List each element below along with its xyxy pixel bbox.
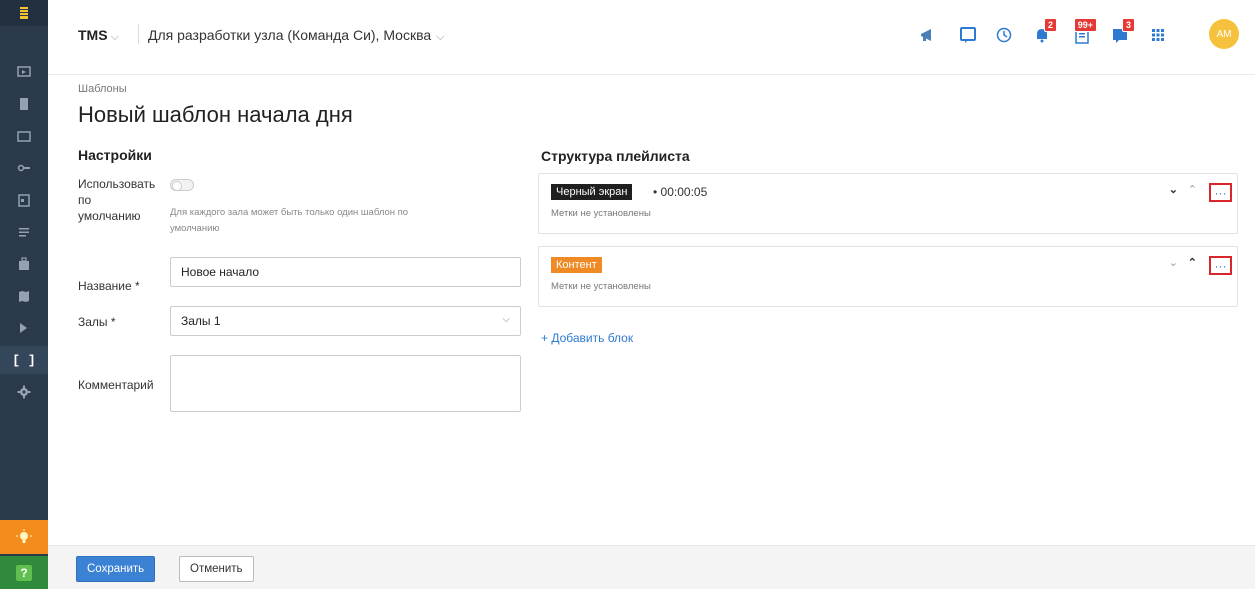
chevron-right-icon bbox=[20, 323, 27, 333]
block-duration: • 00:00:05 bbox=[653, 185, 708, 199]
sidebar-item-map[interactable] bbox=[0, 282, 48, 310]
notification-count-badge: 2 bbox=[1043, 18, 1057, 32]
name-label-text: Название bbox=[78, 279, 132, 293]
move-down-icon[interactable]: ⌄ bbox=[1169, 183, 1178, 196]
map-icon bbox=[19, 291, 29, 302]
bag-icon bbox=[19, 257, 29, 270]
messages-count-badge: 3 bbox=[1121, 18, 1135, 32]
more-icon[interactable]: ··· bbox=[1209, 256, 1232, 275]
sidebar-item-folders[interactable] bbox=[0, 122, 48, 150]
sidebar-item-bag[interactable] bbox=[0, 250, 48, 278]
sidebar-logo[interactable] bbox=[0, 0, 48, 26]
film-strip-icon bbox=[20, 98, 28, 110]
megaphone-button[interactable] bbox=[918, 25, 938, 45]
context-switcher[interactable]: Для разработки узла (Команда Си), Москва… bbox=[148, 27, 444, 44]
notifications-button[interactable]: 2 bbox=[1032, 18, 1057, 45]
block-labels: Метки не установлены bbox=[551, 281, 651, 292]
divider bbox=[138, 24, 139, 44]
app-name: TMS bbox=[78, 27, 108, 43]
sidebar-item-keys[interactable] bbox=[0, 154, 48, 182]
page-title: Новый шаблон начала дня bbox=[78, 102, 353, 127]
sidebar-tips[interactable] bbox=[0, 520, 48, 554]
name-value: Новое начало bbox=[181, 265, 260, 279]
lightbulb-icon bbox=[16, 529, 32, 543]
required-mark: * bbox=[110, 315, 116, 329]
add-block-link[interactable]: + Добавить блок bbox=[541, 331, 633, 345]
tasks-button[interactable]: 99+ bbox=[1072, 18, 1097, 45]
breadcrumb[interactable]: Шаблоны bbox=[78, 83, 127, 95]
playlist-block[interactable]: Черный экран • 00:00:05 Метки не установ… bbox=[538, 173, 1238, 234]
key-icon bbox=[17, 164, 30, 172]
default-label-line: Использовать bbox=[78, 177, 156, 191]
halls-label: Залы * bbox=[78, 314, 116, 330]
user-avatar[interactable]: AM bbox=[1209, 19, 1239, 49]
chevron-down-icon: ⌵ bbox=[502, 314, 510, 325]
footer: Сохранить Отменить bbox=[48, 545, 1255, 589]
list-icon bbox=[19, 228, 29, 237]
required-mark: * bbox=[134, 279, 140, 293]
name-label: Название * bbox=[78, 278, 140, 294]
default-hint: Для каждого зала может быть только один … bbox=[170, 205, 500, 237]
sidebar-item-forward[interactable] bbox=[0, 314, 48, 342]
chat-icon bbox=[960, 27, 976, 43]
avatar-initials: AM bbox=[1216, 28, 1232, 40]
structure-heading: Структура плейлиста bbox=[541, 148, 690, 164]
sidebar-item-films[interactable] bbox=[0, 90, 48, 118]
context-label: Для разработки узла (Команда Си), Москва bbox=[148, 27, 432, 43]
move-down-icon[interactable]: ⌄ bbox=[1169, 256, 1178, 269]
history-icon bbox=[996, 27, 1012, 43]
sidebar: [ ] ? bbox=[0, 0, 48, 589]
top-bar: TMS ⌵ Для разработки узла (Команда Си), М… bbox=[48, 0, 1255, 75]
sidebar-item-settings[interactable] bbox=[0, 378, 48, 406]
default-label-line: умолчанию bbox=[78, 209, 141, 223]
sidebar-help[interactable]: ? bbox=[0, 556, 48, 589]
help-icon: ? bbox=[16, 564, 32, 581]
playlist-block[interactable]: Контент Метки не установлены ⌄ ⌃ ··· bbox=[538, 246, 1238, 307]
halls-select[interactable]: Залы 1 ⌵ bbox=[170, 306, 521, 336]
save-button[interactable]: Сохранить bbox=[76, 556, 156, 582]
halls-value: Залы 1 bbox=[181, 314, 221, 328]
film-icon bbox=[20, 7, 28, 19]
block-labels: Метки не установлены bbox=[551, 208, 651, 219]
comment-label: Комментарий bbox=[78, 378, 154, 392]
tasks-count-badge: 99+ bbox=[1073, 18, 1097, 32]
calendar-icon bbox=[18, 194, 30, 207]
default-hint-line: умолчанию bbox=[170, 223, 220, 234]
default-label-line: по bbox=[78, 193, 92, 207]
settings-heading: Настройки bbox=[78, 147, 152, 163]
chevron-down-icon: ⌵ bbox=[110, 31, 119, 43]
inbox-button[interactable] bbox=[958, 25, 978, 45]
default-hint-line: Для каждого зала может быть только один … bbox=[170, 207, 409, 218]
sidebar-item-list[interactable] bbox=[0, 218, 48, 246]
move-up-icon[interactable]: ⌃ bbox=[1188, 183, 1197, 196]
megaphone-icon bbox=[921, 29, 931, 41]
block-type-tag: Контент bbox=[551, 257, 602, 273]
app-switcher[interactable]: TMS ⌵ bbox=[78, 27, 119, 44]
gear-icon bbox=[17, 385, 31, 399]
sidebar-item-templates[interactable]: [ ] bbox=[0, 346, 48, 374]
apps-button[interactable] bbox=[1148, 25, 1168, 45]
comment-field[interactable] bbox=[170, 355, 521, 412]
default-label: Использовать по умолчанию bbox=[78, 176, 155, 224]
screen-icon bbox=[17, 66, 31, 77]
sidebar-item-calendar[interactable] bbox=[0, 186, 48, 214]
brackets-icon: [ ] bbox=[12, 352, 36, 368]
grid-icon bbox=[1152, 29, 1164, 41]
block-type-tag: Черный экран bbox=[551, 184, 633, 200]
sidebar-item-screens[interactable] bbox=[0, 58, 48, 86]
name-field[interactable]: Новое начало bbox=[170, 257, 521, 287]
chevron-down-icon: ⌵ bbox=[436, 31, 445, 43]
move-up-icon[interactable]: ⌃ bbox=[1188, 256, 1197, 269]
history-button[interactable] bbox=[994, 25, 1014, 45]
cancel-button[interactable]: Отменить bbox=[179, 556, 254, 582]
folder-icon bbox=[17, 131, 31, 142]
halls-label-text: Залы bbox=[78, 315, 108, 329]
messages-button[interactable]: 3 bbox=[1110, 18, 1135, 45]
more-icon[interactable]: ··· bbox=[1209, 183, 1232, 202]
default-toggle[interactable] bbox=[170, 179, 194, 191]
